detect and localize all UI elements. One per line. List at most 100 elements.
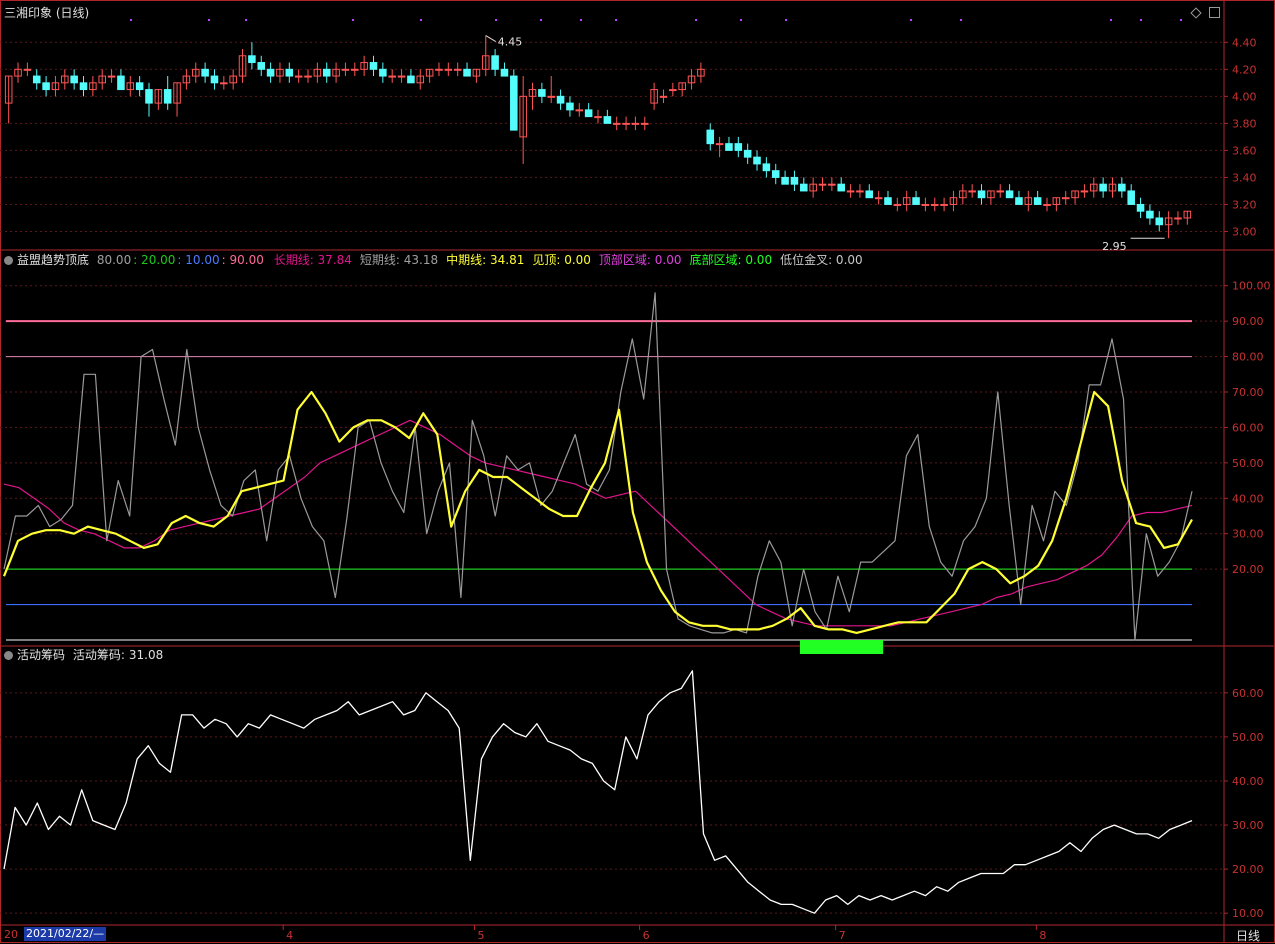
candle-body [70, 75, 78, 84]
candle-body [407, 75, 415, 84]
candle-body [1174, 217, 1182, 220]
bottom-zone-bar [799, 640, 884, 654]
ind-y-tick-label: 50.00 [1232, 457, 1264, 470]
candle-body [828, 183, 836, 186]
candle-body [575, 109, 584, 112]
candle-body [117, 75, 125, 91]
candle-body [257, 62, 266, 70]
candle-body [1033, 197, 1042, 205]
candle-body [201, 68, 209, 77]
ind-y-tick-label: 70.00 [1232, 386, 1264, 399]
cursor-date: 2021/02/22/— [24, 927, 107, 941]
candle-body [622, 122, 630, 125]
candle-body [771, 170, 780, 178]
chips-y-tick-label: 30.00 [1232, 819, 1264, 832]
low-label: 2.95 [1102, 240, 1127, 253]
ind-y-tick-label: 40.00 [1232, 492, 1264, 505]
candle-body [248, 55, 256, 64]
candle-body [762, 163, 771, 172]
main-y-tick-label: 3.80 [1232, 117, 1257, 130]
signal-dot [1140, 19, 1142, 21]
outer-frame [0, 0, 1275, 943]
candle-body [874, 197, 883, 200]
candle-body [510, 75, 518, 131]
candle-body [837, 183, 845, 192]
indicator-value: 长期线: 37.84 [273, 253, 352, 267]
signal-dot [695, 19, 697, 21]
panel-options-icon[interactable] [1209, 7, 1220, 18]
candle-body [1099, 183, 1107, 192]
chips-collapse-icon[interactable] [4, 651, 13, 660]
candle-body [1118, 183, 1126, 192]
candle-body [996, 190, 1005, 193]
indicator-collapse-icon[interactable] [4, 256, 13, 265]
x-month-label: 7 [839, 929, 846, 942]
candle-body [351, 68, 359, 71]
candle-body [968, 190, 976, 193]
main-panel-title: 三湘印象 (日线) [4, 6, 93, 20]
candle-body [856, 190, 864, 193]
main-y-tick-label: 4.00 [1232, 90, 1257, 103]
candle-body [977, 190, 986, 199]
main-y-tick-label: 3.60 [1232, 144, 1257, 157]
candle-body [285, 68, 294, 77]
signal-dot [540, 19, 542, 21]
signal-dot [130, 19, 132, 21]
candle-body [341, 68, 350, 71]
candle-body [1080, 190, 1089, 193]
signal-dot [1110, 19, 1112, 21]
candle-body [781, 176, 789, 185]
candle-body [1005, 190, 1014, 199]
candle-body [640, 122, 649, 125]
x-partial-label: 20 [4, 928, 18, 941]
indicator-value: 低位金叉: 0.00 [780, 253, 863, 267]
stock-chart-canvas[interactable]: 4.40 4.20 4.00 3.80 3.60 3.40 3.20 3.00 4.45 2.95… [0, 0, 1275, 943]
candle-body [23, 68, 32, 71]
indicator-values: 长期线: 37.84 短期线: 43.18 中期线: 34.81 见顶: 0.00 顶部… [274, 253, 871, 267]
candle-body [556, 95, 565, 104]
mid-line-series [2, 390, 1193, 635]
chips-y-tick-label: 50.00 [1232, 731, 1264, 744]
chips-value: 31.08 [128, 648, 164, 662]
x-month-label: 6 [643, 929, 650, 942]
candle-body [715, 143, 724, 146]
indicator-value: 中期线: 34.81 [446, 253, 525, 267]
candle-body [220, 82, 228, 85]
main-y-tick-label: 4.40 [1232, 36, 1257, 49]
chips-panel-header: 活动筹码 活动筹码: 31.08 [4, 648, 167, 662]
candle-body [790, 176, 799, 185]
indicator-value: 顶部区域: 0.00 [598, 253, 682, 267]
candle-body [79, 82, 88, 91]
indicator-value: 短期线: 43.18 [359, 253, 439, 267]
candle-body [1061, 197, 1070, 200]
candle-body [538, 89, 546, 97]
candle-body [893, 203, 902, 206]
candle-body [584, 109, 593, 118]
ind-y-tick-label: 80.00 [1232, 351, 1264, 364]
period-label[interactable]: 日线 [1236, 927, 1260, 944]
candle-body [669, 89, 677, 92]
candle-body [107, 75, 116, 78]
candle-body [884, 197, 892, 205]
indicator-name: 益盟趋势顶底 [17, 253, 90, 267]
candle-body [453, 68, 462, 71]
signal-dot [910, 19, 912, 21]
candle-body [912, 197, 920, 205]
ind-y-tick-label: 100.00 [1232, 280, 1271, 293]
chips-label: 活动筹码: [72, 648, 125, 662]
signal-dot [580, 19, 582, 21]
candle-body [135, 82, 144, 91]
indicator-param: : 10.00 [177, 253, 220, 267]
candle-body [818, 183, 827, 186]
chips-y-tick-label: 60.00 [1232, 687, 1264, 700]
candle-body [1155, 217, 1164, 226]
high-label: 4.45 [498, 36, 523, 49]
main-y-tick-label: 3.40 [1232, 171, 1257, 184]
ind-y-tick-label: 20.00 [1232, 563, 1264, 576]
chips-name: 活动筹码 [17, 648, 66, 662]
chips-y-tick-label: 40.00 [1232, 775, 1264, 788]
candle-body [266, 68, 275, 77]
main-y-tick-label: 3.20 [1232, 198, 1257, 211]
candle-body [594, 116, 602, 119]
candle-body [145, 89, 153, 104]
